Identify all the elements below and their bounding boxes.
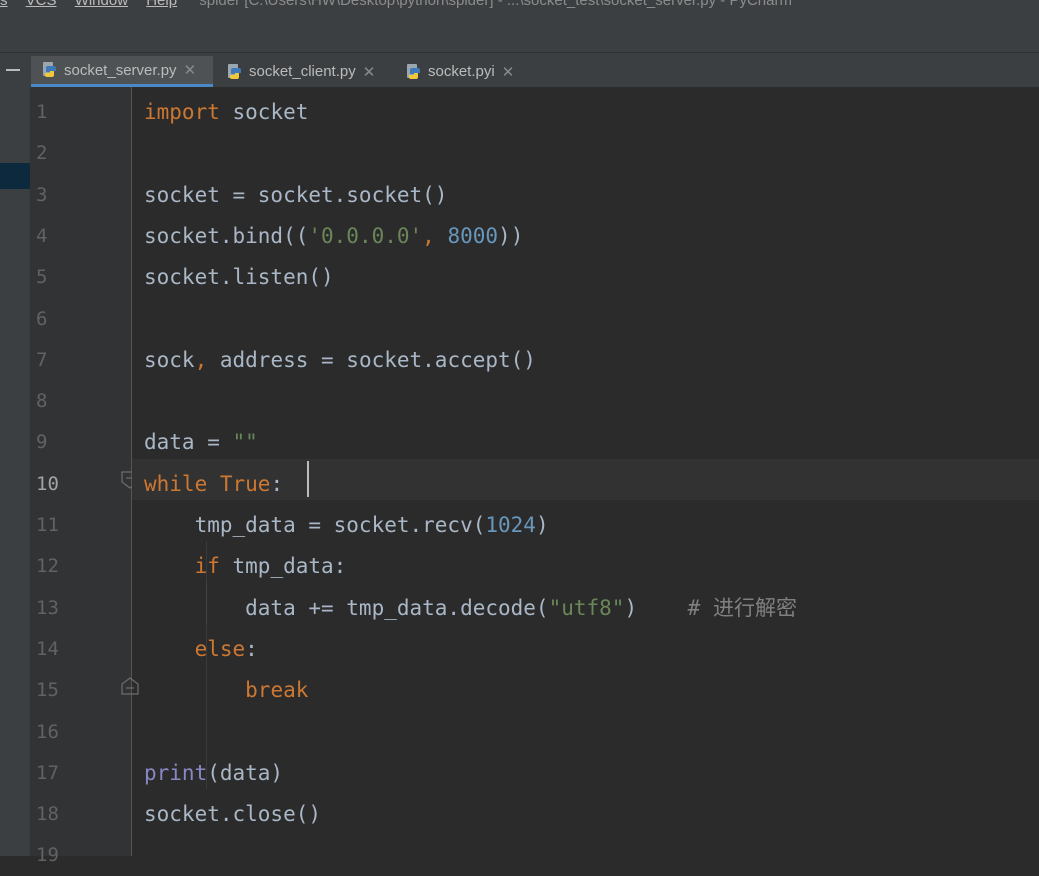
line-number: 1	[36, 101, 48, 123]
line-number: 10	[36, 472, 59, 495]
code-token: '0.0.0.0'	[308, 223, 423, 248]
line-number: 3	[36, 183, 48, 206]
code-line: sock, address = socket.accept()	[144, 340, 536, 381]
code-token: tmp_data:	[232, 554, 347, 579]
menu-item-vcs[interactable]: VCS	[26, 0, 57, 9]
python-file-icon	[228, 63, 241, 79]
code-token: "utf8"	[548, 595, 625, 620]
close-icon[interactable]: ✕	[363, 63, 376, 81]
code-line: break	[144, 670, 308, 711]
code-token: ,	[422, 223, 448, 248]
menu-item-partial[interactable]: s	[0, 0, 8, 9]
close-icon[interactable]: ✕	[502, 63, 515, 81]
code-token: data += tmp_data.decode(	[144, 595, 549, 620]
code-line: while True:	[144, 464, 283, 505]
code-token: ,	[194, 347, 220, 372]
line-number: 6	[36, 307, 48, 330]
selected-tree-row[interactable]	[0, 163, 30, 189]
line-number: 11	[36, 514, 59, 536]
code-token: )	[535, 513, 549, 537]
tab-socket-pyi[interactable]: socket.pyi ✕	[395, 56, 530, 87]
line-number: 7	[36, 348, 48, 371]
line-number-gutter[interactable]: 1 2 3 4 5 6 7 8 9 10 11 12 13 14 15 16 17 18 19	[30, 87, 139, 866]
code-line: socket.listen()	[144, 257, 334, 298]
close-icon[interactable]: ✕	[184, 61, 197, 79]
code-token: socket = socket.socket()	[144, 182, 448, 207]
line-number: 16	[36, 720, 59, 743]
line-number: 9	[36, 431, 48, 454]
tab-label: socket.pyi	[428, 63, 495, 80]
code-line: print(data)	[144, 753, 283, 794]
line-number: 15	[36, 679, 59, 702]
code-token: import	[144, 100, 233, 124]
menu-item-window[interactable]: Window	[75, 0, 128, 9]
code-line: if tmp_data:	[144, 546, 347, 587]
tab-socket-server[interactable]: socket_server.py ✕	[31, 56, 213, 87]
code-token: data =	[144, 430, 233, 455]
code-line: import socket	[144, 92, 308, 133]
code-token: (data)	[207, 760, 284, 785]
line-number: 8	[36, 390, 48, 413]
code-token: ""	[232, 430, 258, 455]
toolbar	[0, 14, 1039, 53]
code-token: tmp_data = socket.recv(	[144, 513, 486, 537]
code-token: # 进行解密	[687, 595, 797, 620]
code-token: socket.close()	[144, 802, 322, 827]
window-title: spider [C:\Users\HW\Desktop\python\spide…	[199, 0, 792, 9]
python-file-icon	[407, 63, 420, 79]
line-number: 4	[36, 224, 48, 247]
code-token: address = socket.accept()	[219, 347, 536, 372]
line-number: 5	[36, 266, 48, 289]
code-token: :	[270, 471, 284, 496]
code-token: ))	[498, 223, 524, 248]
code-token: socket	[232, 100, 309, 124]
line-number: 14	[36, 637, 59, 660]
code-token: socket.bind((	[144, 223, 309, 248]
text-caret	[307, 461, 309, 497]
line-number: 12	[36, 555, 59, 578]
code-token: :	[245, 636, 258, 661]
code-line: socket.close()	[144, 794, 321, 835]
python-file-icon	[43, 62, 56, 77]
code-line: data = ""	[144, 422, 258, 463]
code-token: if	[194, 554, 233, 579]
collapse-icon[interactable]	[6, 69, 20, 71]
tab-label: socket_client.py	[249, 63, 356, 80]
code-line: socket.bind(('0.0.0.0', 8000))	[144, 216, 523, 257]
code-line: data += tmp_data.decode("utf8") # 进行解密	[144, 588, 797, 629]
line-number: 18	[36, 803, 59, 826]
editor-tab-bar: socket_server.py ✕ socket_client.py ✕ so…	[0, 53, 1039, 88]
code-token: break	[245, 678, 309, 703]
code-token: 8000	[447, 223, 499, 248]
code-line: else:	[144, 629, 258, 670]
window-title-bar: s VCS Window Help spider [C:\Users\HW\De…	[0, 0, 1039, 14]
tab-socket-client[interactable]: socket_client.py ✕	[216, 56, 392, 87]
code-token: )	[624, 595, 688, 620]
project-tool-strip[interactable]	[0, 87, 30, 856]
code-token: sock	[144, 347, 195, 372]
code-line: tmp_data = socket.recv(1024)	[144, 505, 549, 546]
code-token: socket.listen()	[144, 265, 334, 290]
code-token: while	[144, 471, 220, 496]
line-number: 13	[36, 596, 59, 619]
code-editor[interactable]: import socket socket = socket.socket() soc…	[132, 87, 1039, 856]
code-token: else	[194, 636, 246, 661]
line-number: 17	[36, 761, 59, 784]
line-number: 2	[36, 142, 48, 165]
code-token: print	[144, 760, 208, 785]
menu-item-help[interactable]: Help	[146, 0, 177, 9]
code-line: socket = socket.socket()	[144, 175, 447, 216]
code-token: True	[219, 471, 271, 496]
tab-label: socket_server.py	[64, 61, 177, 79]
code-token: 1024	[485, 513, 536, 537]
